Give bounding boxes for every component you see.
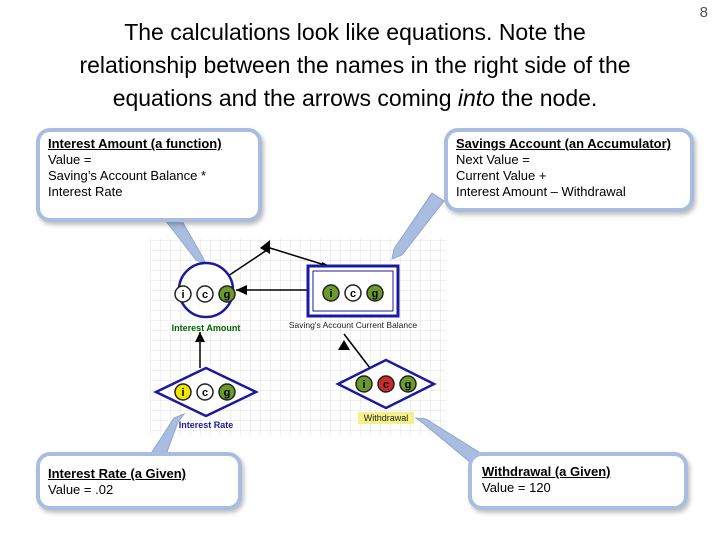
callout-line: Interest Rate [48, 184, 123, 199]
callout-line: Value = [48, 152, 92, 167]
callout-title: Savings Account (an Accumulator) [456, 136, 672, 151]
callout-interest-amount: Interest Amount (a function) Value = Sav… [36, 128, 262, 222]
svg-text:c: c [383, 379, 389, 391]
svg-text:c: c [202, 289, 208, 301]
svg-text:g: g [224, 387, 231, 399]
svg-text:i: i [329, 288, 332, 300]
callout-line: Current Value + [456, 168, 547, 183]
callout-line: Value = 120 [482, 480, 551, 495]
svg-text:i: i [181, 289, 184, 301]
callout-line: Value = .02 [48, 482, 114, 497]
label-savings-account: Saving's Account Current Balance [289, 320, 418, 330]
label-interest-rate: Interest Rate [179, 420, 234, 430]
node-savings-account[interactable]: i c g [306, 264, 400, 318]
svg-text:g: g [224, 289, 231, 301]
svg-text:c: c [202, 387, 208, 399]
label-interest-amount: Interest Amount [172, 323, 241, 333]
callout-interest-rate: Interest Rate (a Given) Value = .02 [36, 452, 242, 510]
label-withdrawal: Withdrawal [364, 413, 409, 423]
svg-text:i: i [362, 379, 365, 391]
svg-text:g: g [405, 379, 412, 391]
svg-text:c: c [350, 288, 356, 300]
svg-text:g: g [372, 288, 379, 300]
callout-withdrawal: Withdrawal (a Given) Value = 120 [468, 452, 688, 510]
callout-savings-account: Savings Account (an Accumulator) Next Va… [444, 128, 694, 212]
svg-text:i: i [181, 387, 184, 399]
callout-line: Interest Amount – Withdrawal [456, 184, 626, 199]
callout-title: Interest Rate (a Given) [48, 466, 186, 481]
callout-title: Interest Amount (a function) [48, 136, 222, 151]
callout-line: Saving’s Account Balance * [48, 168, 207, 183]
callout-title: Withdrawal (a Given) [482, 464, 611, 479]
callout-line: Next Value = [456, 152, 530, 167]
